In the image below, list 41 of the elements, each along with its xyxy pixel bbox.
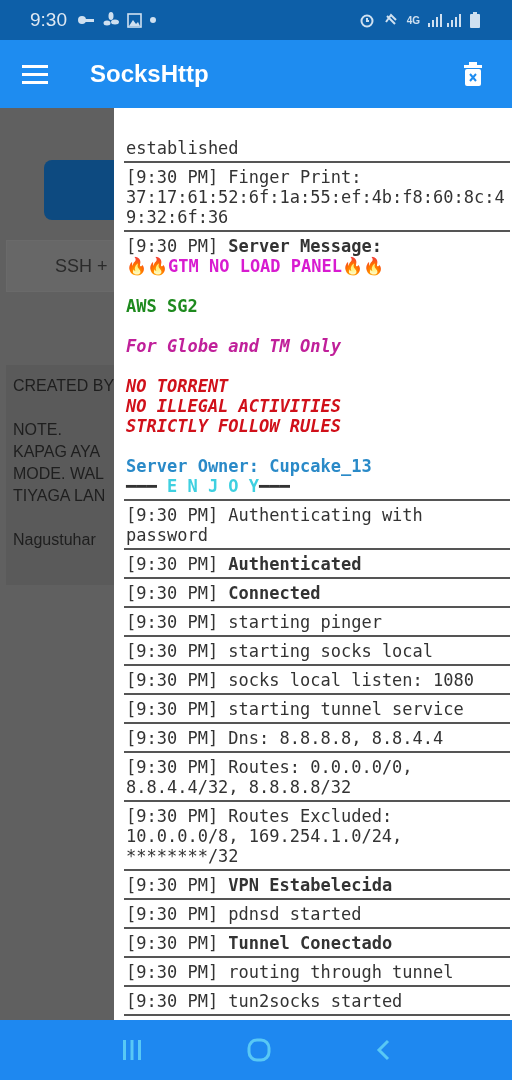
note-text: MODE. WAL [13, 464, 105, 484]
fan-icon [103, 12, 119, 28]
log-entry: established [126, 138, 240, 158]
log-entry: [9:30 PM] Server Message: 🔥🔥GTM NO LOAD PANEL🔥🔥 AWS SG2 For Globe and TM Only NO TORRENT NO ILLEGAL ACTIVITIES STRICTLY FOLLOW RULES Server Owner: Cupcake_13 ━━━ E N J O Y━━━ [126, 236, 385, 496]
log-entry: [9:30 PM] routing through tunnel [126, 962, 455, 982]
dot-icon [150, 17, 156, 23]
clear-log-icon[interactable] [464, 62, 482, 86]
signal-icon [428, 13, 462, 27]
log-entry: [9:30 PM] starting pinger [126, 612, 383, 632]
app-title: SocksHttp [90, 60, 210, 88]
recents-icon[interactable] [122, 1039, 143, 1061]
note-text: Nagustuhar [13, 530, 96, 550]
log-entry: [9:30 PM] tun2socks started [126, 991, 404, 1011]
log-entry: [9:30 PM] Finger Print: 37:17:61:52:6f:1a:55:ef:4b:f8:60:8c:49:32:6f:36 [126, 167, 506, 227]
home-icon[interactable] [247, 1038, 271, 1062]
log-entry: [9:30 PM] pdnsd started [126, 904, 363, 924]
connect-button-background [44, 160, 114, 220]
key-icon [77, 14, 95, 26]
log-entry: [9:30 PM] Tunnel Conectado [126, 933, 394, 953]
log-entry: [9:30 PM] Routes: 0.0.0.0/0, 8.8.4.4/32, 8.8.8.8/32 [126, 757, 414, 797]
alarm-icon [358, 12, 375, 28]
log-entry: [9:30 PM] VPN Estabelecida [126, 875, 394, 895]
status-time: 9:30 [30, 9, 67, 31]
note-text: TIYAGA LAN [13, 486, 106, 506]
note-text: NOTE. [13, 420, 63, 440]
back-icon[interactable] [375, 1039, 390, 1061]
log-entry: [9:30 PM] Connected [126, 583, 322, 603]
log-entry: [9:30 PM] Dns: 8.8.8.8, 8.8.4.4 [126, 728, 445, 748]
log-entry: [9:30 PM] Authenticating with password [126, 505, 424, 545]
note-text: CREATED BY [13, 376, 115, 396]
log-entry: [9:30 PM] socks local listen: 1080 [126, 670, 475, 690]
network-type: 4G [406, 14, 420, 26]
log-entry: [9:30 PM] Authenticated [126, 554, 363, 574]
image-icon [127, 12, 142, 28]
log-entry: [9:30 PM] starting tunnel service [126, 699, 465, 719]
log-entry: [9:30 PM] Routes Excluded: 10.0.0.0/8, 169.254.1.0/24, ********/32 [126, 806, 404, 866]
server-field: SSH + [6, 240, 114, 292]
battery-icon [470, 12, 480, 28]
menu-icon[interactable] [22, 64, 48, 84]
note-text: KAPAG AYA [13, 442, 102, 462]
log-entry: [9:30 PM] starting socks local [126, 641, 435, 661]
